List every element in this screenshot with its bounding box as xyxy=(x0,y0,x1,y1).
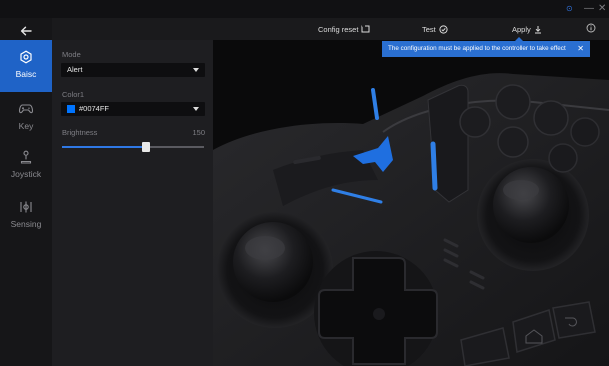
sensing-icon xyxy=(0,198,52,216)
apply-notification: The configuration must be applied to the… xyxy=(382,41,590,57)
test-label: Test xyxy=(422,24,436,34)
test-icon xyxy=(439,24,448,34)
nav-label: Key xyxy=(18,121,34,131)
settings-panel: Mode Alert Color1 #0074FF Brightness 150 xyxy=(52,40,213,366)
reset-icon xyxy=(361,25,370,33)
notification-message: The configuration must be applied to the… xyxy=(388,45,566,52)
connection-icon[interactable]: ⊙ xyxy=(566,3,573,15)
color1-label: Color1 xyxy=(62,90,85,99)
mode-value: Alert xyxy=(67,65,83,74)
top-toolbar: Config reset Test Apply xyxy=(52,18,609,40)
color1-value: #0074FF xyxy=(79,104,110,113)
chevron-down-icon xyxy=(193,68,199,72)
brightness-label: Brightness xyxy=(62,128,98,137)
nav-item-basic[interactable]: Baisc xyxy=(0,40,52,92)
close-window-button[interactable]: ✕ xyxy=(598,3,606,15)
download-icon xyxy=(534,25,541,33)
left-nav: Baisc Key Joystick Sensing xyxy=(0,18,52,366)
nav-item-sensing[interactable]: Sensing xyxy=(0,194,52,238)
controller-illustration xyxy=(213,40,609,366)
nav-label: Baisc xyxy=(15,69,37,79)
back-arrow-icon xyxy=(20,26,32,36)
brightness-slider[interactable] xyxy=(62,142,204,152)
nav-item-joystick[interactable]: Joystick xyxy=(0,144,52,188)
apply-label: Apply xyxy=(512,24,531,34)
chevron-down-icon xyxy=(193,107,199,111)
config-reset-button[interactable]: Config reset xyxy=(318,18,370,40)
color1-select[interactable]: #0074FF xyxy=(61,102,205,116)
title-bar: ⊙ — ✕ xyxy=(0,0,609,18)
brightness-value: 150 xyxy=(192,128,205,137)
close-notification-button[interactable]: ✕ xyxy=(577,41,584,57)
minimize-button[interactable]: — xyxy=(584,3,594,15)
joystick-icon xyxy=(0,148,52,166)
config-reset-label: Config reset xyxy=(318,24,359,34)
controller-preview xyxy=(213,40,609,366)
gamepad-icon xyxy=(0,100,52,118)
brightness-fill xyxy=(62,146,146,148)
color-swatch xyxy=(67,105,75,113)
info-icon[interactable] xyxy=(586,23,596,33)
nav-label: Joystick xyxy=(10,169,42,179)
mode-label: Mode xyxy=(62,50,81,59)
brightness-thumb[interactable] xyxy=(141,142,150,152)
test-button[interactable]: Test xyxy=(422,18,448,40)
mode-select[interactable]: Alert xyxy=(61,63,205,77)
nav-item-key[interactable]: Key xyxy=(0,96,52,140)
gear-icon xyxy=(0,48,52,66)
nav-label: Sensing xyxy=(10,219,42,229)
back-button[interactable] xyxy=(0,20,52,42)
